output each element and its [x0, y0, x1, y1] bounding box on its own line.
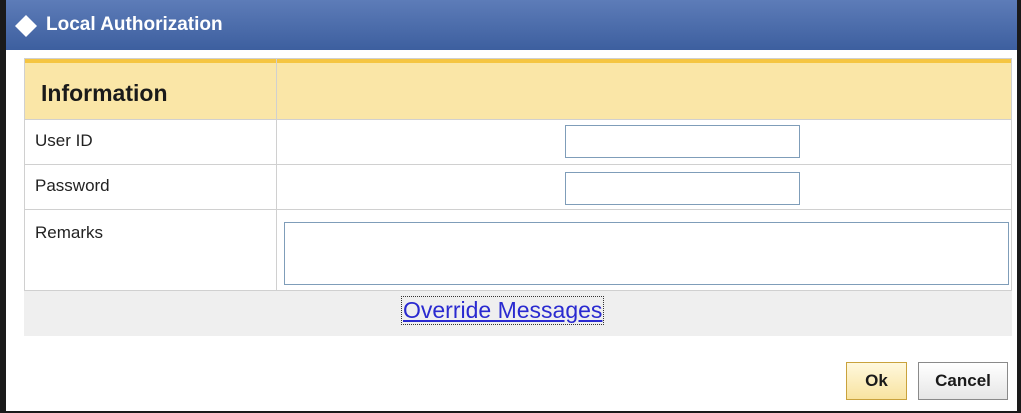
password-input[interactable]	[565, 172, 800, 205]
user-id-input[interactable]	[565, 125, 800, 158]
dialog-content: Information User ID Password Remarks Ove…	[24, 58, 1012, 336]
section-title: Information	[41, 80, 168, 106]
row-divider	[25, 209, 1011, 210]
information-grid: Information User ID Password Remarks	[24, 58, 1012, 291]
diamond-icon	[14, 14, 38, 38]
dialog-title: Local Authorization	[46, 14, 223, 35]
row-divider	[25, 164, 1011, 165]
section-header: Information	[25, 59, 1011, 119]
cancel-button[interactable]: Cancel	[918, 362, 1008, 400]
override-bar: Override Messages	[24, 291, 1012, 336]
row-divider	[25, 119, 1011, 120]
remarks-label: Remarks	[35, 223, 104, 242]
ok-button[interactable]: Ok	[846, 362, 907, 400]
user-id-label: User ID	[35, 131, 93, 150]
remarks-textarea[interactable]	[284, 222, 1009, 285]
local-authorization-dialog: Local Authorization Information User ID …	[0, 0, 1021, 413]
override-messages-link[interactable]: Override Messages	[400, 296, 605, 325]
password-label: Password	[35, 176, 110, 195]
dialog-titlebar: Local Authorization	[6, 0, 1017, 50]
column-divider	[276, 59, 277, 290]
